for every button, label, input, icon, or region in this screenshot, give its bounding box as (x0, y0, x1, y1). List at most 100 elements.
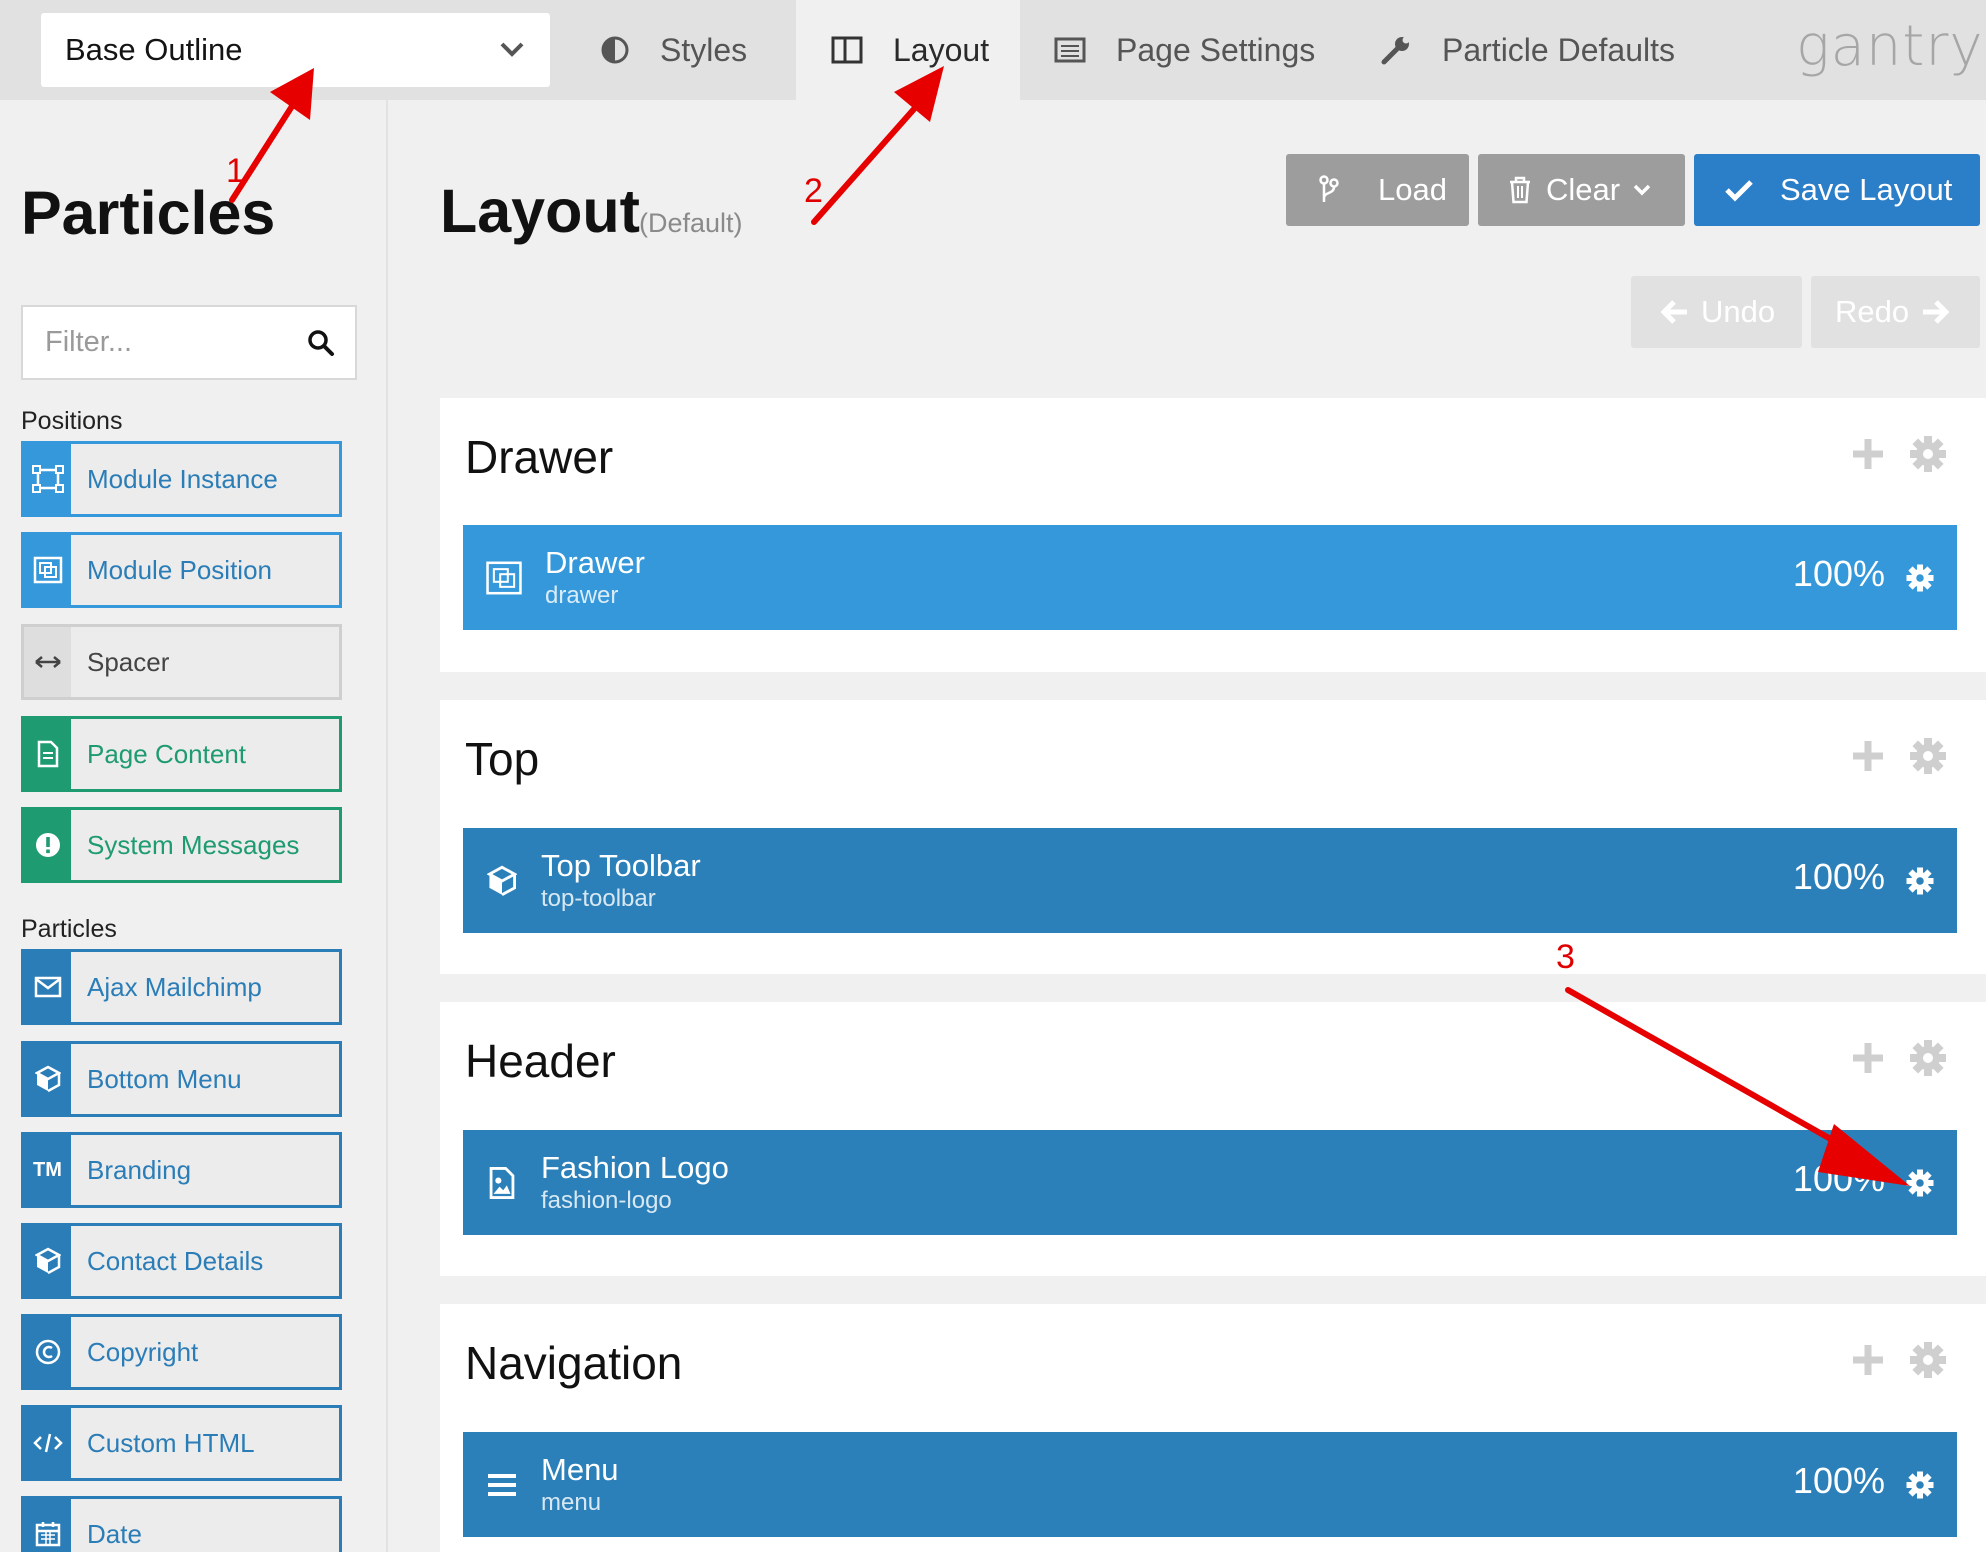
gear-icon[interactable] (1905, 866, 1935, 896)
block-width: 100% (1792, 1460, 1885, 1501)
block-key: drawer (545, 581, 619, 609)
annotation-number: 1 (226, 152, 245, 190)
block-name: Drawer (545, 544, 645, 580)
redo-button[interactable]: Redo (1811, 276, 1980, 348)
chevron-down-icon (500, 42, 524, 57)
list-icon (1054, 37, 1086, 63)
tab-layout[interactable]: Layout (796, 0, 1020, 100)
particle-date[interactable]: Date (21, 1496, 342, 1552)
block-name: Top Toolbar (541, 847, 701, 883)
section-top: Top Top Toolbar top-toolbar 100% (440, 700, 1986, 974)
block-width: 100% (1792, 1158, 1885, 1199)
gear-icon[interactable] (1905, 1168, 1935, 1198)
redo-label: Redo (1835, 294, 1910, 329)
spacer-icon (24, 627, 71, 697)
arrow-right-icon (1923, 300, 1950, 324)
particle-label: Module Instance (87, 463, 278, 494)
gantry-logo: gantry (1796, 14, 1984, 79)
particle-spacer[interactable]: Spacer (21, 624, 342, 700)
block-fashion-logo[interactable]: Fashion Logo fashion-logo 100% (463, 1130, 1957, 1235)
exclamation-icon (24, 810, 71, 880)
block-top-toolbar[interactable]: Top Toolbar top-toolbar 100% (463, 828, 1957, 933)
particle-label: Page Content (87, 738, 247, 769)
outline-select[interactable]: Base Outline (41, 13, 550, 87)
load-button[interactable]: Load (1286, 154, 1469, 226)
gear-icon[interactable] (1908, 1340, 1948, 1380)
calendar-icon (24, 1499, 71, 1552)
particle-contact-details[interactable]: Contact Details (21, 1223, 342, 1299)
annotation-number: 2 (804, 172, 823, 210)
block-key: fashion-logo (541, 1186, 672, 1214)
plus-icon[interactable] (1850, 1342, 1886, 1378)
particle-custom-html[interactable]: Custom HTML (21, 1405, 342, 1481)
undo-button[interactable]: Undo (1631, 276, 1802, 348)
gear-icon[interactable] (1905, 1470, 1935, 1500)
clear-label: Clear (1546, 172, 1621, 207)
section-header: Header Fashion Logo fashion-logo 100% (440, 1002, 1986, 1276)
block-menu[interactable]: Menu menu 100% (463, 1432, 1957, 1537)
particles-sidebar: Particles Positions Module Instance Modu… (0, 100, 388, 1552)
particle-label: Copyright (87, 1336, 199, 1367)
top-nav-bar: Base Outline Styles Layout Page Settings… (0, 0, 1986, 100)
section-title: Navigation (465, 1337, 683, 1389)
copyright-icon (24, 1317, 71, 1387)
page-title: Layout (440, 177, 640, 245)
gear-icon[interactable] (1908, 736, 1948, 776)
outline-select-value: Base Outline (65, 32, 243, 67)
page-content-icon (24, 719, 71, 789)
particles-label: Particles (21, 915, 117, 943)
branch-icon (1319, 175, 1339, 202)
check-icon (1725, 180, 1753, 202)
search-icon[interactable] (307, 329, 335, 357)
particle-page-content[interactable]: Page Content (21, 716, 342, 792)
particle-label: Spacer (87, 646, 170, 677)
code-icon (24, 1408, 71, 1478)
block-key: menu (541, 1488, 602, 1516)
page-subtitle: (Default) (639, 208, 743, 238)
particle-label: Module Position (87, 554, 272, 585)
cube-icon (24, 1044, 71, 1114)
block-width: 100% (1792, 553, 1885, 594)
section-drawer: Drawer Drawer drawer 100% (440, 398, 1986, 672)
filter-box (21, 305, 357, 380)
section-title: Top (465, 733, 540, 785)
filter-input[interactable] (45, 326, 295, 359)
gear-icon[interactable] (1908, 1038, 1948, 1078)
particle-system-messages[interactable]: System Messages (21, 807, 342, 883)
gear-icon[interactable] (1908, 434, 1948, 474)
tab-layout-label: Layout (893, 31, 990, 68)
plus-icon[interactable] (1850, 1040, 1886, 1076)
clear-button[interactable]: Clear (1478, 154, 1685, 226)
particle-ajax-mailchimp[interactable]: Ajax Mailchimp (21, 949, 342, 1025)
particle-module-instance[interactable]: Module Instance (21, 441, 342, 517)
wrench-icon (1381, 36, 1410, 65)
undo-label: Undo (1701, 294, 1776, 329)
tm-icon: TM (24, 1135, 71, 1205)
particle-label: Contact Details (87, 1245, 264, 1276)
particle-branding[interactable]: TM Branding (21, 1132, 342, 1208)
particle-bottom-menu[interactable]: Bottom Menu (21, 1041, 342, 1117)
chevron-down-icon (1633, 184, 1651, 196)
particle-label: Date (87, 1518, 142, 1549)
save-layout-label: Save Layout (1780, 172, 1953, 207)
block-drawer[interactable]: Drawer drawer 100% (463, 525, 1957, 630)
particle-copyright[interactable]: Copyright (21, 1314, 342, 1390)
tab-page-settings[interactable]: Page Settings (1054, 0, 1344, 100)
particle-module-position[interactable]: Module Position (21, 532, 342, 608)
particle-label: Branding (87, 1154, 192, 1185)
particle-label: Custom HTML (87, 1427, 255, 1458)
module-position-icon (463, 560, 545, 596)
save-layout-button[interactable]: Save Layout (1694, 154, 1980, 226)
envelope-icon (24, 952, 71, 1022)
plus-icon[interactable] (1850, 738, 1886, 774)
section-title: Drawer (465, 431, 614, 483)
trash-icon (1510, 176, 1530, 204)
tab-styles[interactable]: Styles (600, 0, 796, 100)
tab-particle-defaults-label: Particle Defaults (1442, 31, 1675, 68)
block-key: top-toolbar (541, 884, 656, 912)
tab-particle-defaults[interactable]: Particle Defaults (1380, 0, 1710, 100)
module-position-icon (24, 535, 71, 605)
cube-icon (463, 865, 541, 897)
plus-icon[interactable] (1850, 436, 1886, 472)
gear-icon[interactable] (1905, 563, 1935, 593)
